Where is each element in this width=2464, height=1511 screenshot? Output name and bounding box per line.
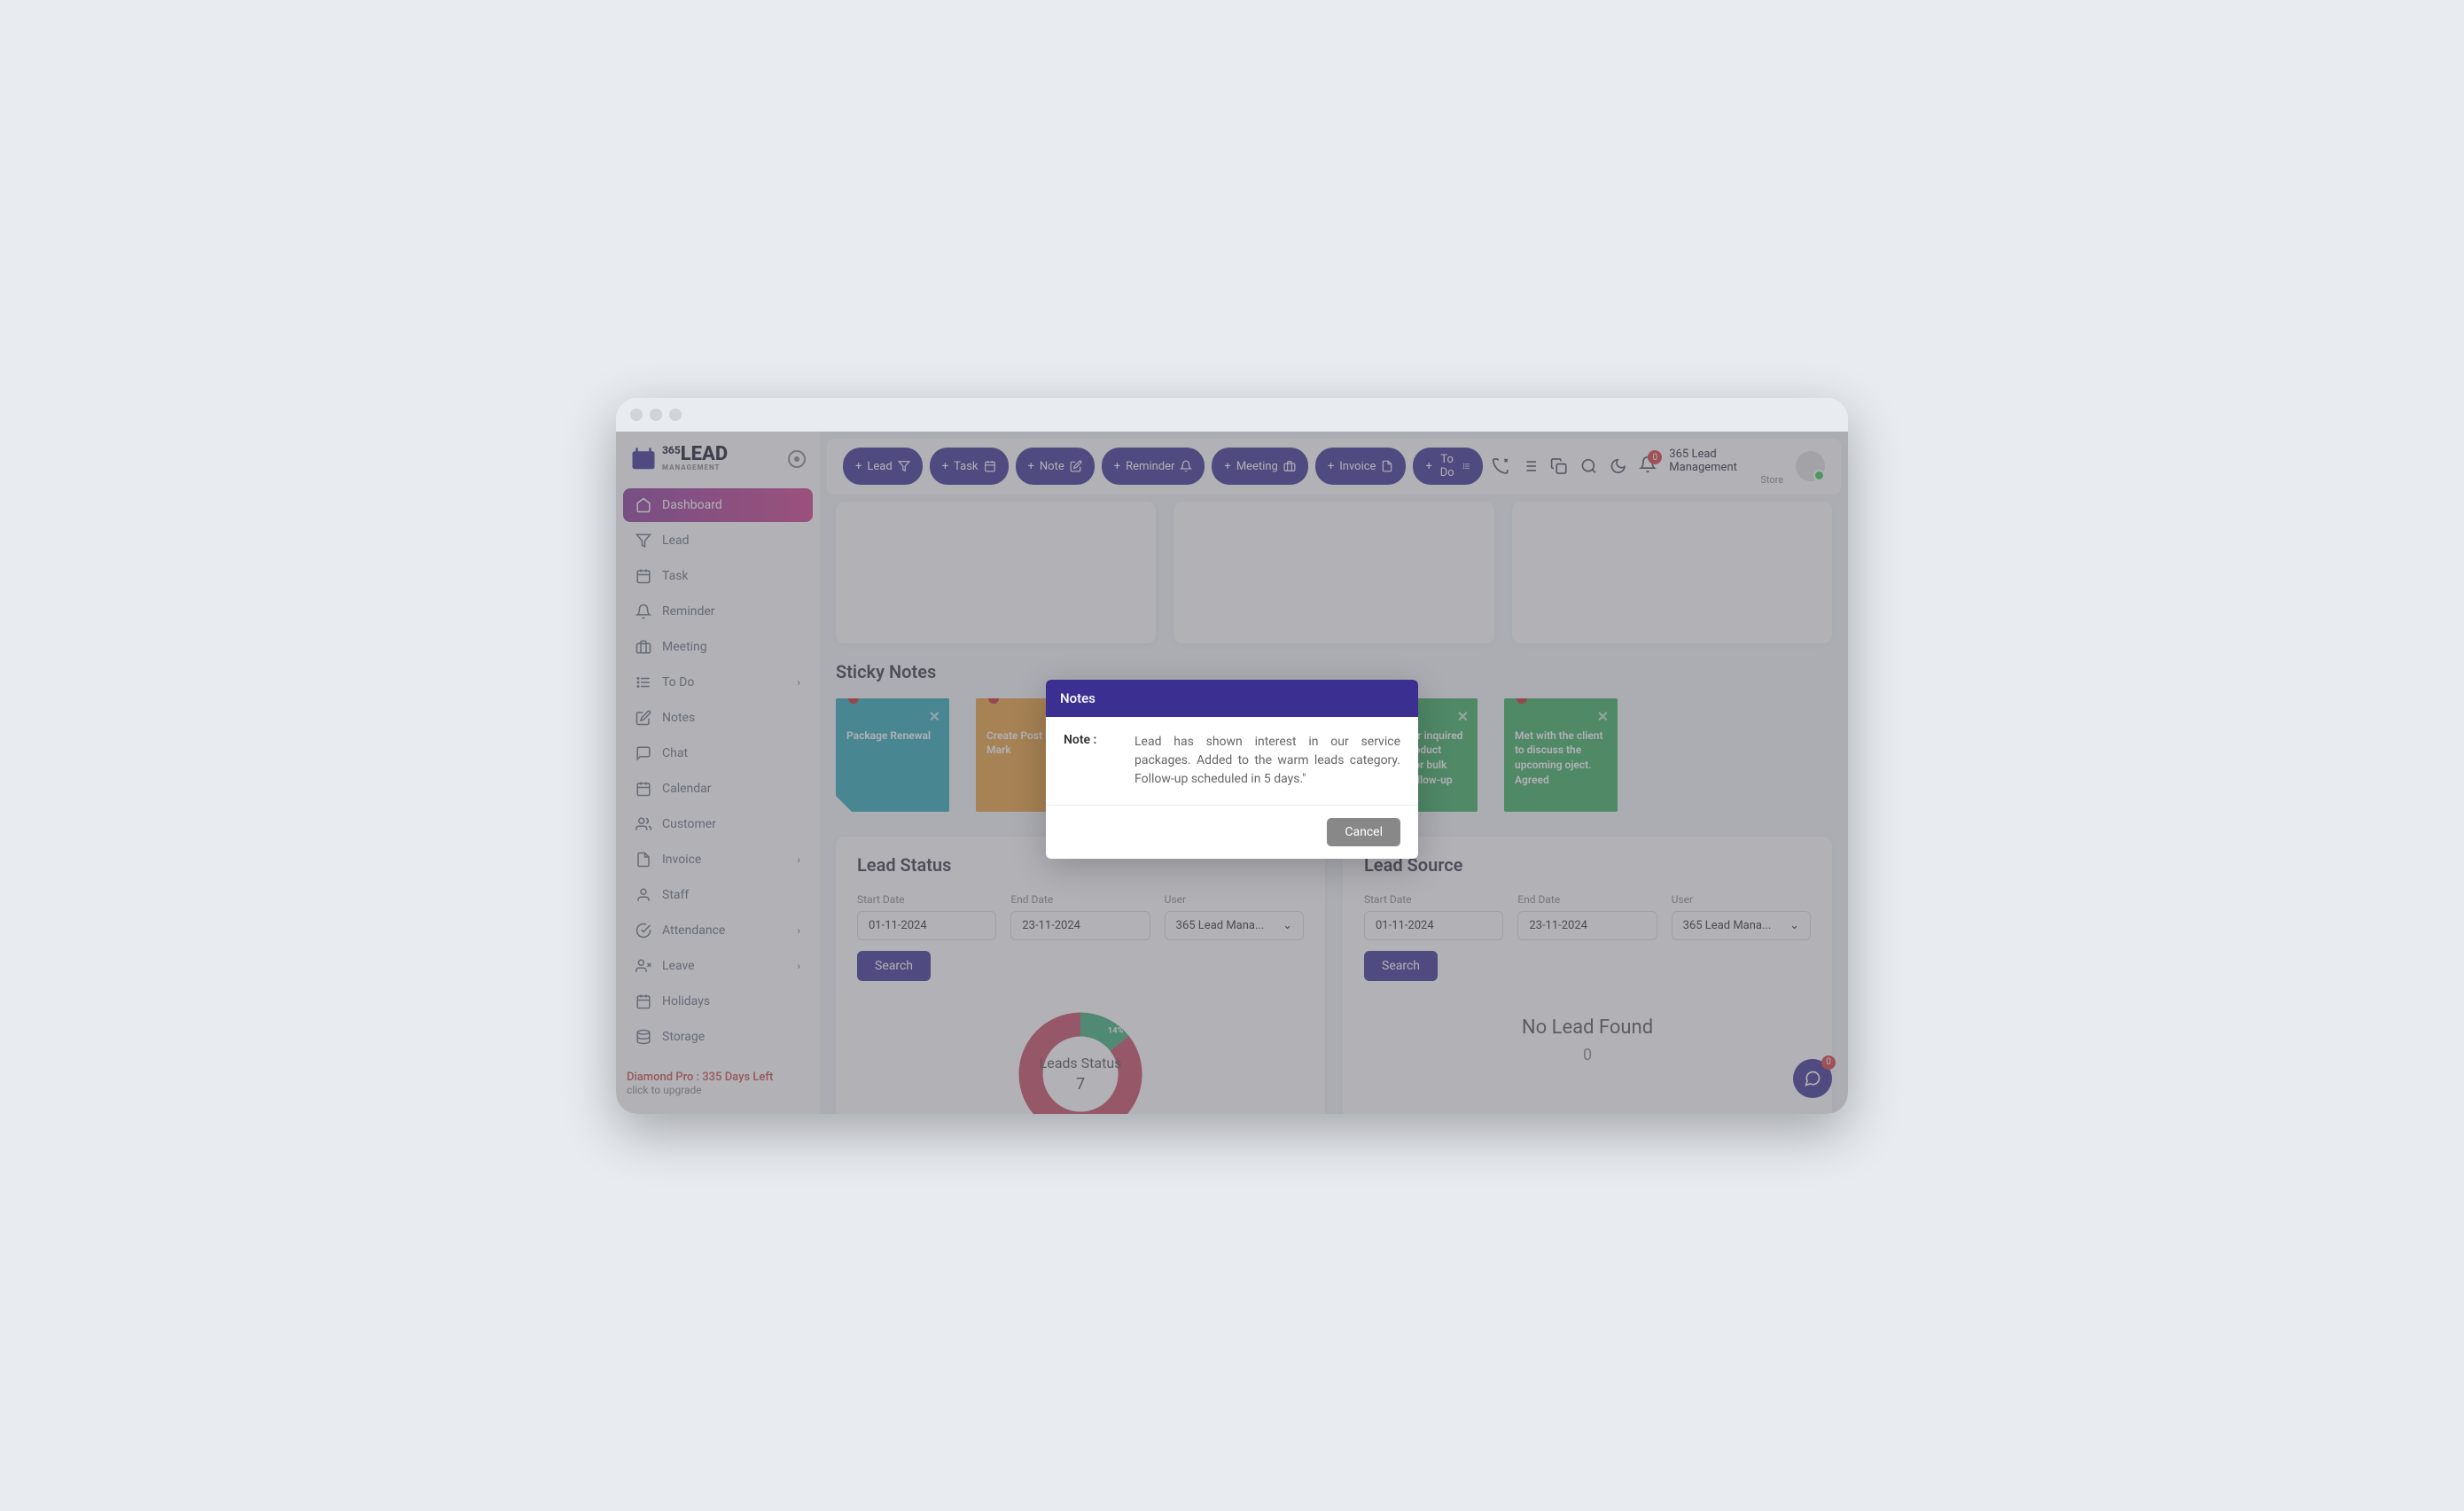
- cancel-button[interactable]: Cancel: [1327, 818, 1400, 846]
- window-dot[interactable]: [650, 409, 662, 421]
- modal-overlay[interactable]: Notes ✕ Note : Lead has shown interest i…: [616, 432, 1848, 1114]
- window-dot[interactable]: [630, 409, 643, 421]
- window-dot[interactable]: [669, 409, 682, 421]
- notes-modal: Notes ✕ Note : Lead has shown interest i…: [1046, 680, 1418, 859]
- window-controls: [616, 398, 1848, 432]
- note-label: Note :: [1064, 733, 1117, 789]
- modal-title: Notes: [1046, 680, 1418, 717]
- note-text: Lead has shown interest in our service p…: [1135, 733, 1400, 789]
